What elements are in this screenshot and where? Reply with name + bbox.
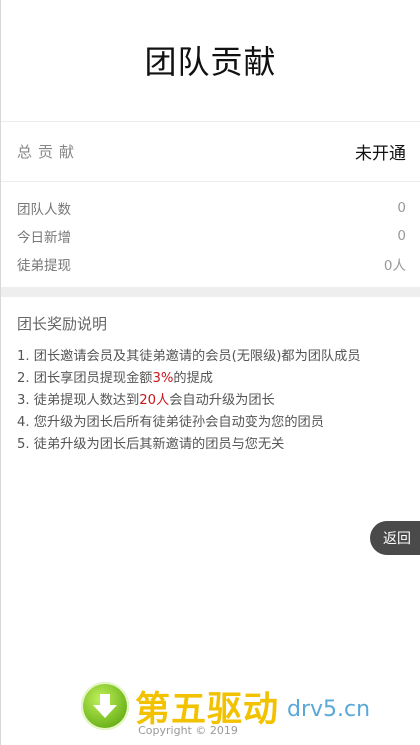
stat-label: 徒弟提现	[17, 258, 71, 274]
stat-label: 今日新增	[17, 230, 71, 246]
stat-row-today-new: 今日新增 0	[1, 222, 420, 250]
total-contribution-row: 总贡献 未开通	[1, 122, 420, 182]
rule-item: 5. 徒弟升级为团长后其新邀请的团员与您无关	[17, 437, 285, 452]
reward-rules-title: 团长奖励说明	[17, 315, 108, 333]
stat-row-team-size: 团队人数 0	[1, 194, 420, 222]
watermark: 第五驱动 drv5.cn	[81, 678, 411, 734]
total-contribution-value: 未开通	[355, 144, 406, 164]
rule-highlight: 3%	[152, 371, 174, 386]
stat-value: 0	[397, 228, 406, 244]
reward-rules-section: 团长奖励说明 1. 团长邀请会员及其徒弟邀请的会员(无限级)都为团队成员 2. …	[1, 297, 420, 456]
rule-item: 4. 您升级为团长后所有徒弟徒孙会自动变为您的团员	[17, 415, 324, 430]
page: 团队贡献 总贡献 未开通 团队人数 0 今日新增 0 徒弟提现 0人 团长奖励说…	[0, 0, 420, 745]
stat-label: 团队人数	[17, 202, 71, 218]
total-contribution-label: 总贡献	[17, 143, 81, 161]
watermark-cn-text: 第五驱动	[135, 689, 280, 730]
rule-item: 3. 徒弟提现人数达到20人会自动升级为团长	[17, 393, 275, 408]
watermark-en-text: drv5.cn	[287, 696, 371, 722]
rule-item: 2. 团长享团员提现金额3%的提成	[17, 371, 213, 386]
rule-highlight: 20人	[139, 393, 170, 408]
back-button[interactable]: 返回	[370, 521, 420, 555]
download-arrow-icon	[81, 682, 129, 730]
page-title: 团队贡献	[144, 42, 277, 81]
stat-value: 0人	[383, 258, 406, 274]
page-header: 团队贡献	[1, 0, 420, 122]
stat-row-apprentice-withdraw: 徒弟提现 0人	[1, 250, 420, 278]
section-divider	[1, 287, 420, 297]
rule-item: 1. 团长邀请会员及其徒弟邀请的会员(无限级)都为团队成员	[17, 349, 361, 364]
stat-value: 0	[397, 200, 406, 216]
stats-list: 团队人数 0 今日新增 0 徒弟提现 0人	[1, 182, 420, 284]
